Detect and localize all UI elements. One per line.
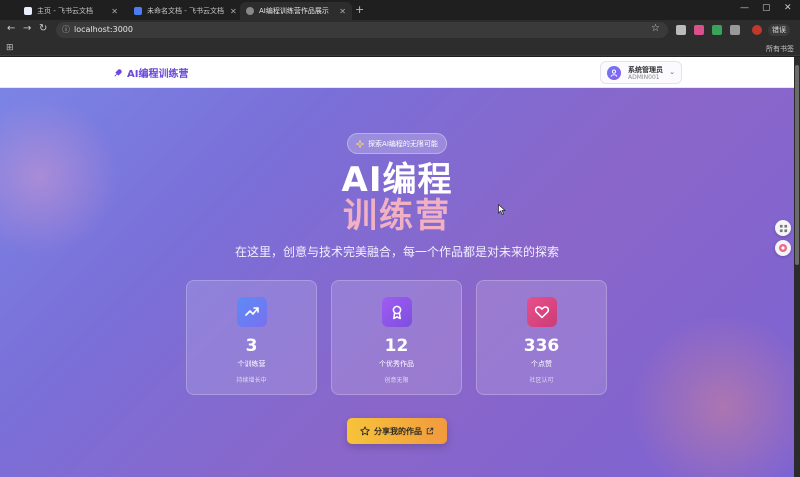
feishu-icon xyxy=(24,7,32,15)
stat-card-camps: 3 个训练营 持续增长中 xyxy=(186,280,317,395)
browser-tab-2[interactable]: 未命名文档 - 飞书云文档 ✕ xyxy=(128,2,236,20)
hero-badge: 探索AI编程的无限可能 xyxy=(347,133,447,154)
tab-title: 未命名文档 - 飞书云文档 xyxy=(147,7,224,15)
stat-sub: 持续增长中 xyxy=(236,377,267,384)
window-close-icon[interactable]: ✕ xyxy=(784,3,792,13)
floating-plugin-button[interactable] xyxy=(775,240,791,256)
external-link-icon xyxy=(426,427,434,435)
browser-tab-3[interactable]: AI编程训练营作品展示 ✕ xyxy=(240,2,352,20)
scrollbar-thumb[interactable] xyxy=(795,65,799,265)
close-icon[interactable]: ✕ xyxy=(224,7,236,16)
extension-icon[interactable] xyxy=(712,25,722,35)
address-bar[interactable]: ⓘ localhost:3000 ☆ xyxy=(56,22,668,38)
browser-toolbar: ← → ↻ ⓘ localhost:3000 ☆ 错误 xyxy=(0,20,800,40)
sparkle-icon xyxy=(356,139,365,148)
close-icon[interactable]: ✕ xyxy=(105,7,118,16)
minimize-icon[interactable]: — xyxy=(740,3,749,13)
back-icon[interactable]: ← xyxy=(7,23,15,34)
badge-text: 探索AI编程的无限可能 xyxy=(368,139,438,148)
tab-title: AI编程训练营作品展示 xyxy=(259,7,329,15)
decorative-glow xyxy=(624,317,794,477)
apps-grid-icon[interactable]: ⊞ xyxy=(6,43,14,53)
profile-icon[interactable] xyxy=(752,25,762,35)
browser-tabbar: 主页 - 飞书云文档 ✕ 未命名文档 - 飞书云文档 ✕ AI编程训练营作品展示… xyxy=(0,0,800,20)
stat-sub: 社区认可 xyxy=(529,377,554,384)
maximize-icon[interactable]: ▢ xyxy=(762,3,771,13)
user-icon xyxy=(610,69,618,77)
rocket-icon xyxy=(114,68,122,77)
extensions-puzzle-icon[interactable] xyxy=(730,25,740,35)
stat-value: 12 xyxy=(384,336,409,356)
stat-label: 个优秀作品 xyxy=(379,360,414,368)
globe-icon xyxy=(246,7,254,15)
page-viewport: AI编程训练营 系统管理员 ADMIN001 ⌄ 探索AI编程的无限可能 AI编… xyxy=(0,57,794,477)
bookmark-star-icon[interactable]: ☆ xyxy=(651,23,660,34)
hero-subtitle: 在这里，创意与技术完美融合，每一个作品都是对未来的探索 xyxy=(234,245,559,259)
close-icon[interactable]: ✕ xyxy=(333,7,346,16)
tab-title: 主页 - 飞书云文档 xyxy=(37,7,93,15)
award-icon xyxy=(382,297,412,327)
doc-icon xyxy=(134,7,142,15)
stat-card-likes: 336 个点赞 社区认可 xyxy=(476,280,607,395)
heart-icon xyxy=(527,297,557,327)
brand-name: AI编程训练营 xyxy=(127,69,189,80)
new-tab-button[interactable]: + xyxy=(355,3,364,16)
site-info-icon[interactable]: ⓘ xyxy=(62,24,70,35)
forward-icon[interactable]: → xyxy=(23,23,31,34)
reload-icon[interactable]: ↻ xyxy=(39,23,47,34)
site-logo[interactable]: AI编程训练营 xyxy=(113,65,188,80)
trending-up-icon xyxy=(237,297,267,327)
star-icon xyxy=(360,426,370,436)
stat-value: 3 xyxy=(245,336,258,356)
share-label: 分享我的作品 xyxy=(374,426,422,436)
stat-label: 个点赞 xyxy=(531,360,552,368)
mouse-cursor-icon xyxy=(498,204,506,215)
stat-label: 个训练营 xyxy=(237,360,266,368)
user-id: ADMIN001 xyxy=(628,74,660,81)
page-scrollbar[interactable] xyxy=(794,57,800,477)
site-header: AI编程训练营 系统管理员 ADMIN001 ⌄ xyxy=(0,57,794,88)
grid-icon xyxy=(779,224,787,232)
hero-title-line1: AI编程 xyxy=(341,160,453,200)
share-work-button[interactable]: 分享我的作品 xyxy=(347,418,447,444)
hero-title-line2: 训练营 xyxy=(343,196,451,236)
stat-card-works: 12 个优秀作品 创意无限 xyxy=(331,280,462,395)
chevron-down-icon: ⌄ xyxy=(669,68,675,76)
extension-icon[interactable] xyxy=(694,25,704,35)
user-menu[interactable]: 系统管理员 ADMIN001 ⌄ xyxy=(600,61,682,84)
floating-tool-button[interactable] xyxy=(775,220,791,236)
extension-icon[interactable] xyxy=(676,25,686,35)
all-bookmarks-button[interactable]: 所有书签 xyxy=(766,44,794,54)
bookmarks-bar: ⊞ 所有书签 xyxy=(0,40,800,56)
stat-sub: 创意无限 xyxy=(384,377,409,384)
avatar xyxy=(607,66,621,80)
url-text: localhost:3000 xyxy=(74,25,133,34)
flower-icon xyxy=(779,244,787,252)
update-button[interactable]: 错误 xyxy=(768,24,790,36)
stat-value: 336 xyxy=(523,336,560,356)
browser-tab-1[interactable]: 主页 - 飞书云文档 ✕ xyxy=(18,2,124,20)
